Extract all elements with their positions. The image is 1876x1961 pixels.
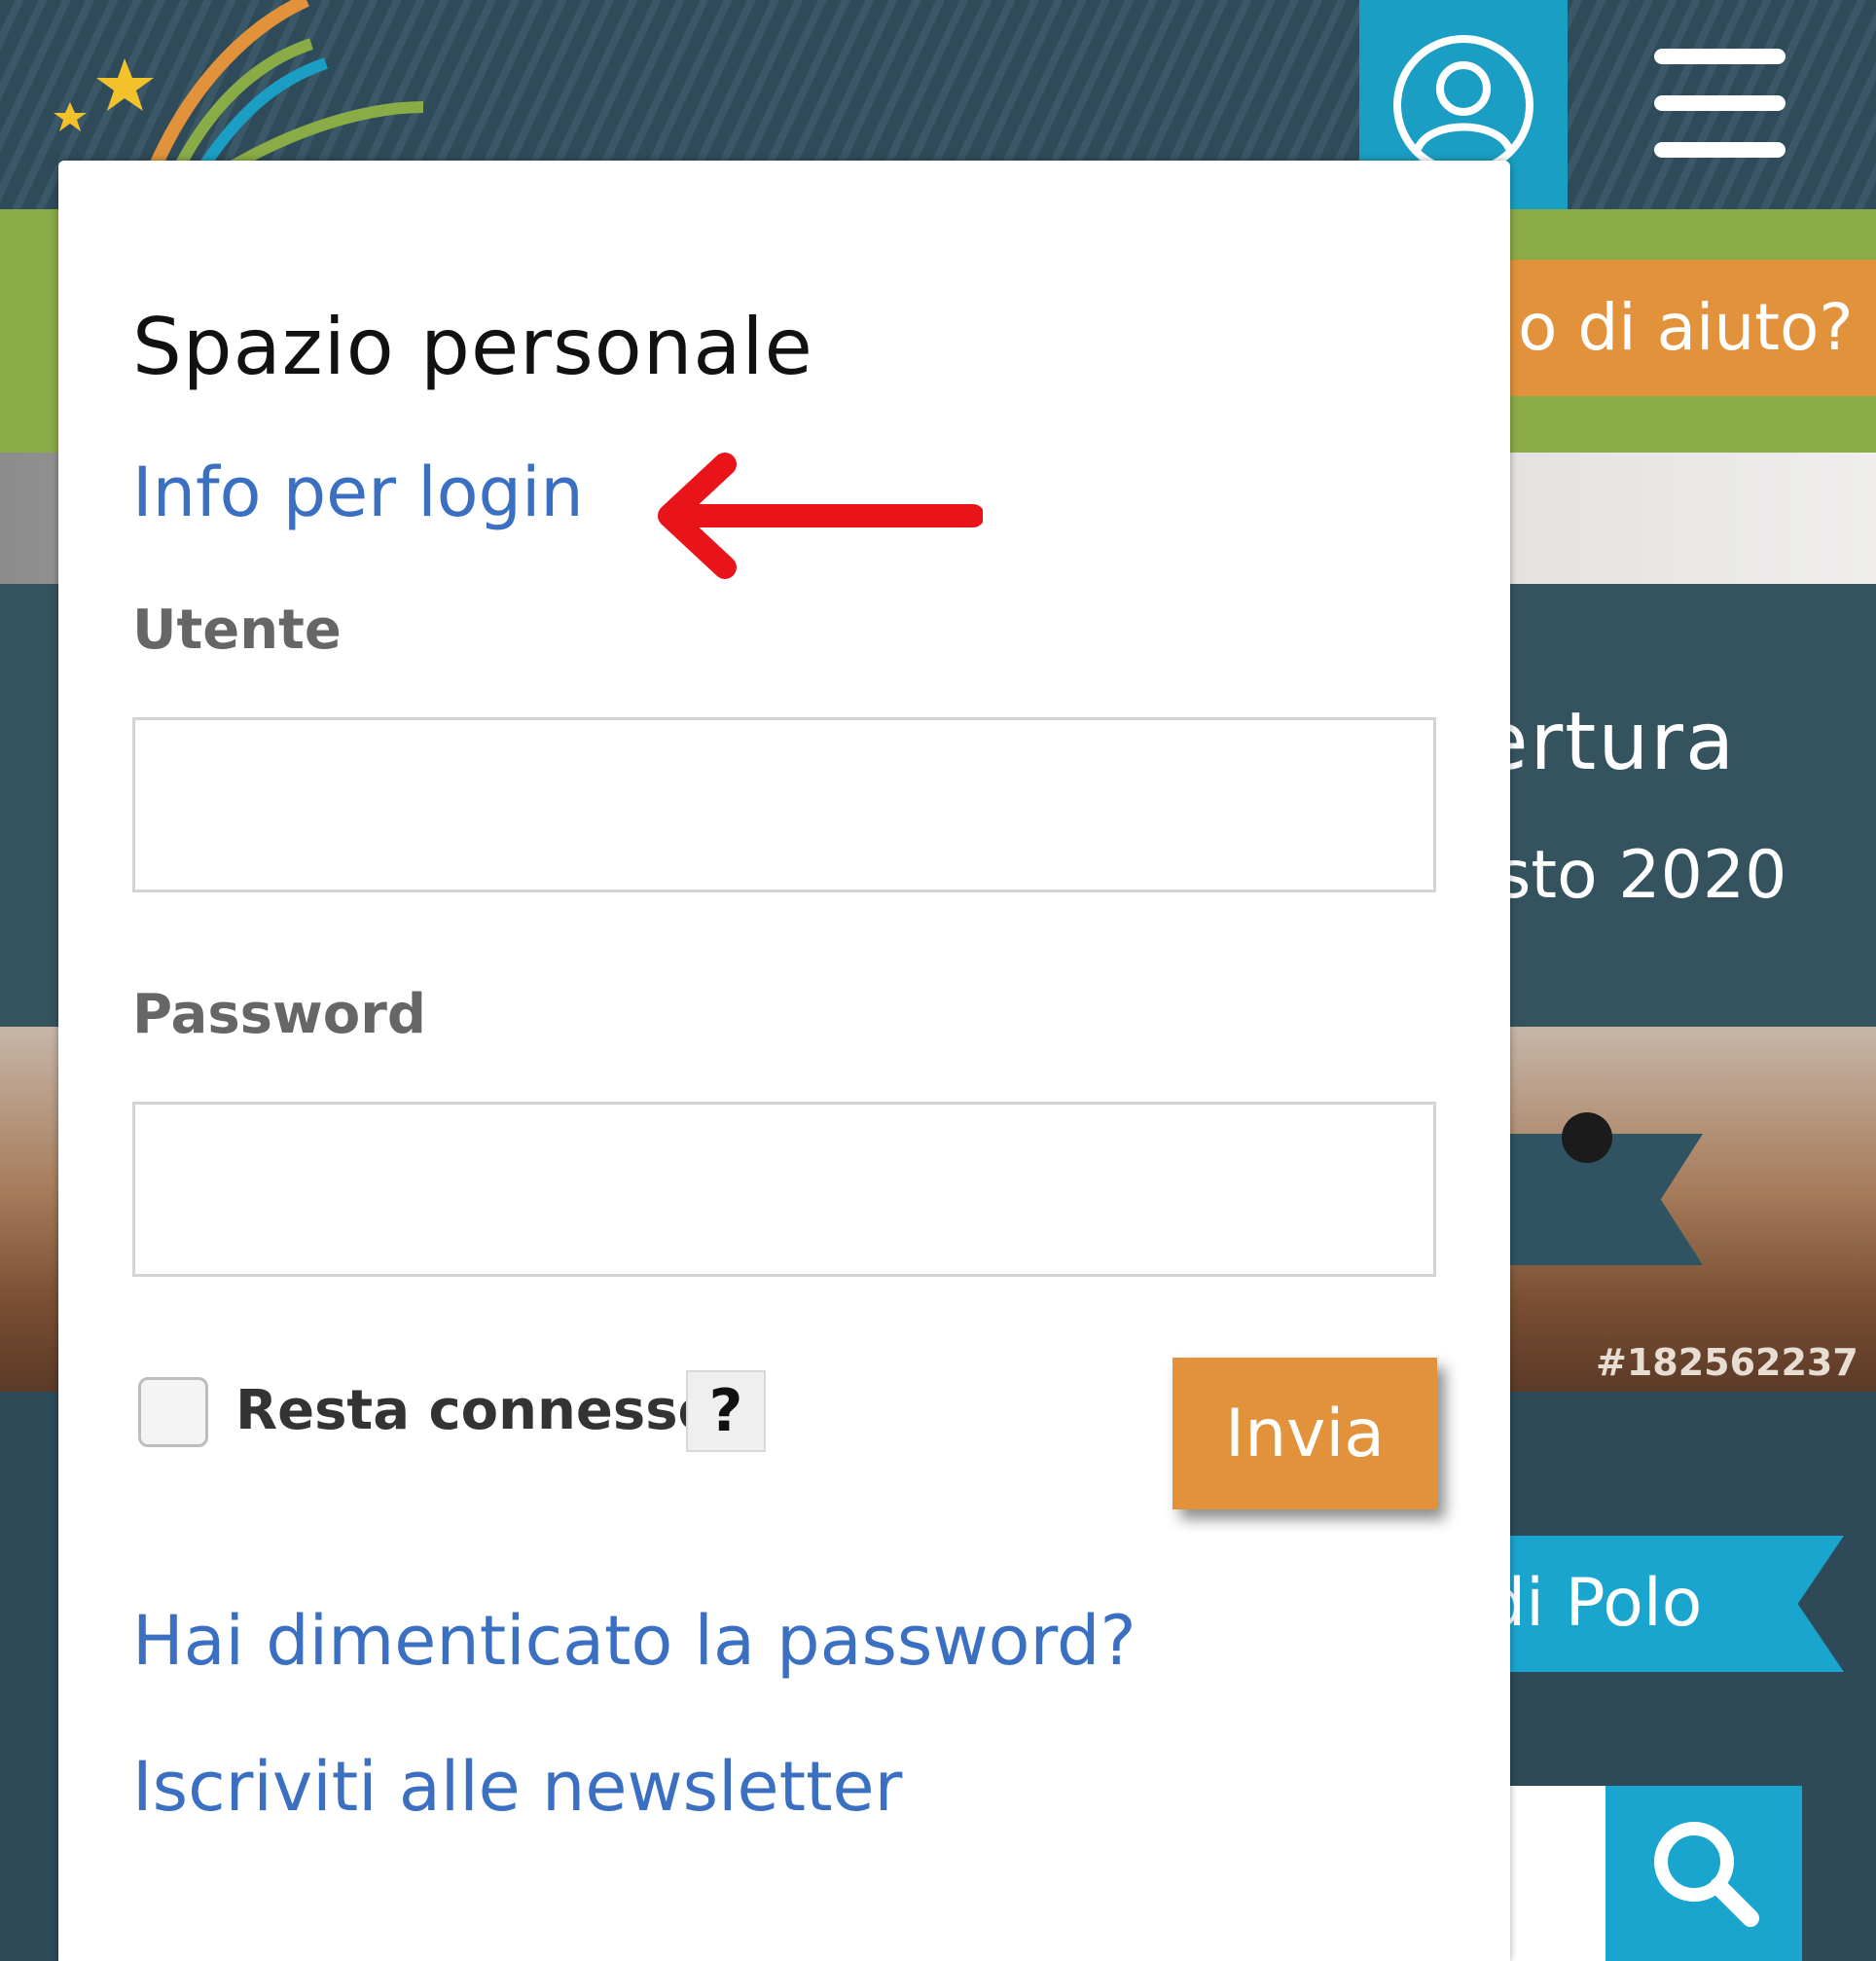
pin-dot: [1562, 1112, 1612, 1163]
hero-subtitle: sto 2020: [1497, 837, 1787, 914]
password-label: Password: [132, 983, 426, 1046]
menu-line: [1654, 49, 1786, 64]
forgot-password-link[interactable]: Hai dimenticato la password?: [132, 1601, 1136, 1681]
newsletter-link[interactable]: Iscriviti alle newsletter: [132, 1747, 902, 1827]
remember-checkbox[interactable]: [138, 1377, 208, 1447]
username-label: Utente: [132, 599, 342, 662]
password-input[interactable]: [132, 1102, 1436, 1277]
remember-help-button[interactable]: ?: [686, 1370, 766, 1452]
search-button[interactable]: [1605, 1786, 1802, 1961]
popup-title: Spazio personale: [132, 302, 813, 392]
info-login-link[interactable]: Info per login: [132, 453, 584, 532]
search-icon: [1654, 1822, 1759, 1927]
hamburger-menu-button[interactable]: [1654, 49, 1786, 165]
submit-button[interactable]: Invia: [1172, 1358, 1437, 1509]
username-input[interactable]: [132, 717, 1436, 892]
user-circle-icon: [1393, 34, 1533, 175]
red-arrow-annotation-icon: [658, 453, 983, 579]
remember-label[interactable]: Resta connesso: [235, 1379, 715, 1442]
menu-line: [1654, 95, 1786, 111]
menu-line: [1654, 142, 1786, 158]
help-button[interactable]: o di aiuto?: [1498, 260, 1876, 396]
site-logo[interactable]: [49, 0, 438, 165]
login-popup: Spazio personale Info per login Utente P…: [58, 161, 1510, 1961]
polo-ribbon-link[interactable]: di Polo: [1460, 1536, 1844, 1672]
photo-id: #182562237: [1596, 1341, 1858, 1384]
hero-title: ertura: [1479, 696, 1737, 788]
